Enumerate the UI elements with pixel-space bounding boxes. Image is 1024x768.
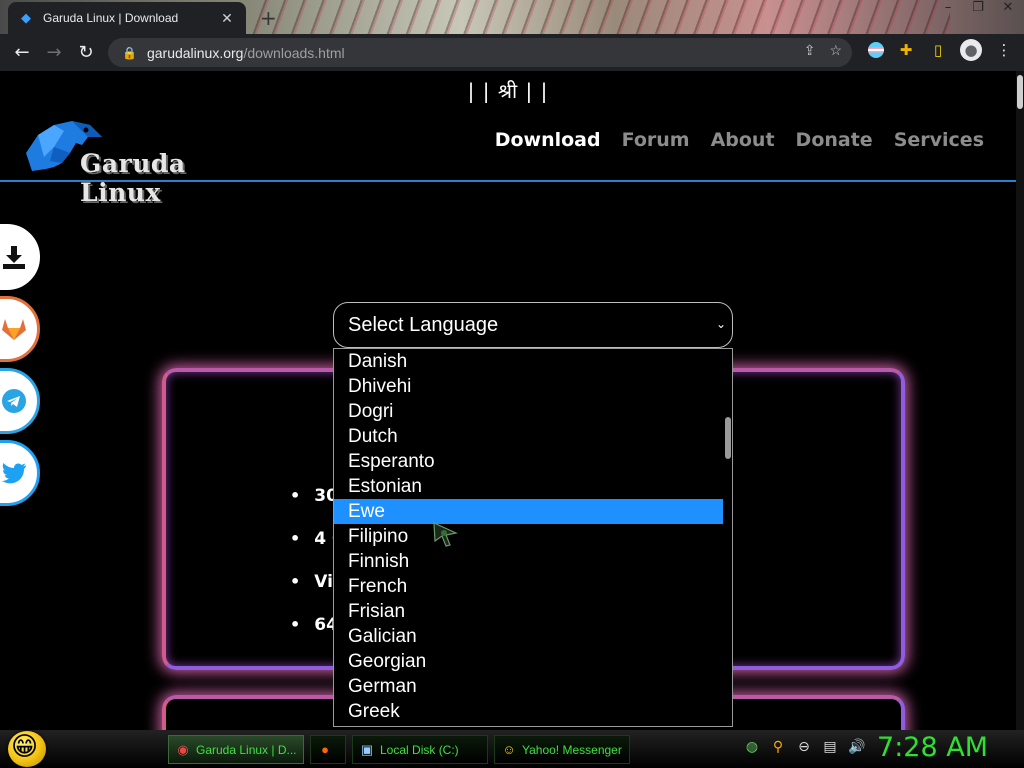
nav-services[interactable]: Services — [894, 129, 984, 151]
nav-donate[interactable]: Donate — [796, 129, 873, 151]
flag-extension-icon[interactable] — [868, 42, 884, 58]
telegram-icon — [2, 389, 26, 413]
header-divider — [0, 180, 1016, 182]
language-option[interactable]: Georgian — [334, 649, 723, 674]
language-option-highlighted[interactable]: Ewe — [334, 499, 723, 524]
garuda-favicon-icon: ◆ — [21, 10, 31, 25]
back-arrow-icon[interactable]: ← — [6, 42, 38, 63]
main-nav: Download Forum About Donate Services — [495, 129, 984, 151]
firefox-icon: ● — [321, 741, 329, 757]
menu-kebab-icon[interactable]: ⋮ — [994, 39, 1014, 61]
language-option[interactable]: Frisian — [334, 599, 723, 624]
extension-icons: ✚ ▯ ● ⋮ — [868, 39, 1014, 61]
nav-about[interactable]: About — [711, 129, 775, 151]
garuda-logo[interactable]: Garuda Linux — [24, 117, 274, 207]
language-option[interactable]: Dogri — [334, 399, 723, 424]
tabstrip-background-art — [250, 0, 950, 34]
gitlab-icon — [2, 319, 26, 340]
taskbar-clock[interactable]: 7:28 AM — [877, 732, 988, 763]
language-option[interactable]: Estonian — [334, 474, 723, 499]
browser-tab-strip: ◆ Garuda Linux | Download ✕ + – ❐ ✕ — [0, 0, 1024, 34]
language-option[interactable]: German — [334, 674, 723, 699]
taskbar-item-yahoo[interactable]: ☺ Yahoo! Messenger — [494, 735, 630, 764]
side-gitlab-button[interactable] — [0, 296, 40, 362]
drive-icon: ▣ — [360, 741, 374, 757]
side-telegram-button[interactable] — [0, 368, 40, 434]
yahoo-smiley-icon: ☺ — [502, 741, 516, 757]
start-button[interactable] — [8, 731, 46, 767]
extensions-puzzle-icon[interactable]: ✚ — [896, 39, 916, 61]
dropdown-scrollbar[interactable] — [725, 417, 731, 459]
logo-text: Garuda Linux — [80, 149, 186, 207]
chevron-down-icon: ⌄ — [715, 317, 726, 331]
tray-volume-icon[interactable]: 🔊 — [848, 739, 865, 755]
window-controls: – ❐ ✕ — [938, 0, 1018, 15]
forward-arrow-icon[interactable]: → — [38, 42, 70, 63]
taskbar-item-label: Yahoo! Messenger — [522, 742, 622, 757]
url-host: garudalinux.org — [146, 44, 244, 61]
new-tab-button[interactable]: + — [260, 6, 277, 30]
taskbar-item-label: Garuda Linux | D... — [196, 742, 297, 757]
web-page: | | श्री | | Garuda Linux Download Forum… — [0, 71, 1016, 730]
minimize-icon[interactable]: – — [938, 0, 958, 15]
tab-close-icon[interactable]: ✕ — [218, 10, 236, 27]
browser-tab-garuda[interactable]: ◆ Garuda Linux | Download ✕ — [8, 2, 246, 34]
page-top-text: | | श्री | | — [467, 79, 549, 103]
tab-title: Garuda Linux | Download — [43, 11, 179, 25]
side-panel-icon[interactable]: ▯ — [928, 39, 948, 61]
language-select-value: Select Language — [348, 313, 499, 336]
taskbar: ◉ Garuda Linux | D... ● ▣ Local Disk (C:… — [0, 730, 1024, 768]
reload-icon[interactable]: ↻ — [70, 42, 102, 63]
language-option[interactable]: Greek — [334, 699, 723, 724]
browser-toolbar: ← → ↻ 🔒 garudalinux.org/downloads.html ⇪… — [0, 34, 1024, 71]
taskbar-item-explorer[interactable]: ▣ Local Disk (C:) — [352, 735, 488, 764]
restore-icon[interactable]: ❐ — [968, 0, 988, 15]
tray-search-icon[interactable]: ⚲ — [770, 739, 786, 755]
chrome-icon: ◉ — [177, 741, 189, 757]
taskbar-item-firefox[interactable]: ● — [310, 735, 346, 764]
address-bar[interactable]: 🔒 garudalinux.org/downloads.html ⇪ ☆ — [108, 38, 852, 67]
language-option[interactable]: Dutch — [334, 424, 723, 449]
taskbar-item-chrome[interactable]: ◉ Garuda Linux | D... — [168, 735, 304, 764]
close-window-icon[interactable]: ✕ — [998, 0, 1018, 15]
language-option[interactable]: Dhivehi — [334, 374, 723, 399]
tray-display-icon[interactable]: ▤ — [822, 739, 838, 755]
tray-status-icon[interactable]: ⊖ — [796, 739, 812, 755]
bookmark-star-icon[interactable]: ☆ — [829, 42, 842, 59]
nav-forum[interactable]: Forum — [622, 129, 690, 151]
system-tray: ◍ ⚲ ⊖ ▤ 🔊 — [744, 739, 866, 755]
twitter-icon — [2, 463, 26, 484]
language-dropdown-list[interactable]: Danish Dhivehi Dogri Dutch Esperanto Est… — [333, 348, 733, 727]
page-scrollbar-thumb[interactable] — [1017, 75, 1023, 109]
side-twitter-button[interactable] — [0, 440, 40, 506]
language-option[interactable]: French — [334, 574, 723, 599]
side-download-button[interactable] — [0, 224, 40, 290]
language-option[interactable]: Danish — [334, 349, 723, 374]
mouse-cursor-icon — [433, 522, 458, 547]
page-scrollbar[interactable] — [1016, 71, 1024, 730]
nav-download[interactable]: Download — [495, 129, 601, 151]
profile-avatar-icon[interactable]: ● — [960, 39, 982, 61]
lock-icon[interactable]: 🔒 — [122, 46, 137, 60]
language-select[interactable]: Select Language ⌄ — [333, 302, 733, 348]
taskbar-item-label: Local Disk (C:) — [380, 742, 459, 757]
language-option[interactable]: Esperanto — [334, 449, 723, 474]
download-icon — [3, 246, 25, 269]
language-option[interactable]: Filipino — [334, 524, 723, 549]
url-path: /downloads.html — [243, 44, 345, 61]
share-icon[interactable]: ⇪ — [804, 42, 816, 59]
tray-network-globe-icon[interactable]: ◍ — [744, 739, 760, 755]
language-option[interactable]: Finnish — [334, 549, 723, 574]
language-option[interactable]: Galician — [334, 624, 723, 649]
